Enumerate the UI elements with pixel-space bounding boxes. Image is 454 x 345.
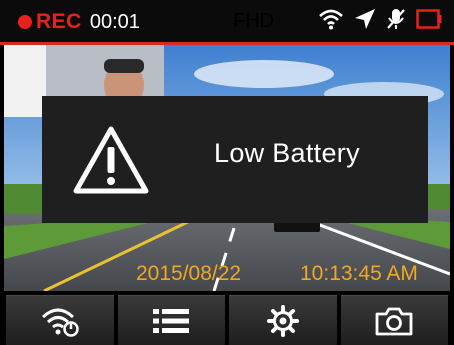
menu-list-icon — [153, 308, 190, 333]
status-divider — [0, 42, 454, 45]
battery-empty-icon — [416, 9, 442, 29]
menu-button[interactable] — [117, 295, 225, 345]
rec-label: REC — [36, 10, 82, 33]
mic-muted-icon — [387, 9, 405, 29]
settings-gear-icon — [266, 304, 299, 337]
recording-dot-icon — [18, 15, 32, 29]
camera-button[interactable] — [340, 295, 448, 345]
warning-icon — [73, 126, 149, 193]
dashcam-screen: REC 00:01 FHD Low Battery 2015/08/22 10:… — [0, 0, 454, 345]
settings-button[interactable] — [229, 295, 337, 345]
timestamp-time: 10:13:45 AM — [300, 262, 418, 285]
gps-arrow-icon — [355, 9, 375, 29]
wifi-settings-button[interactable] — [6, 295, 114, 345]
timestamp-date: 2015/08/22 — [136, 262, 242, 285]
wifi-icon — [319, 9, 343, 30]
status-icons — [318, 8, 442, 30]
bottom-toolbar — [0, 295, 454, 345]
recording-time: 00:01 — [89, 10, 140, 33]
wifi-settings-icon — [41, 308, 79, 337]
camera-icon — [375, 307, 413, 335]
resolution-label: FHD — [233, 10, 275, 32]
low-battery-dialog: Low Battery — [42, 96, 428, 223]
dialog-message: Low Battery — [214, 138, 360, 168]
